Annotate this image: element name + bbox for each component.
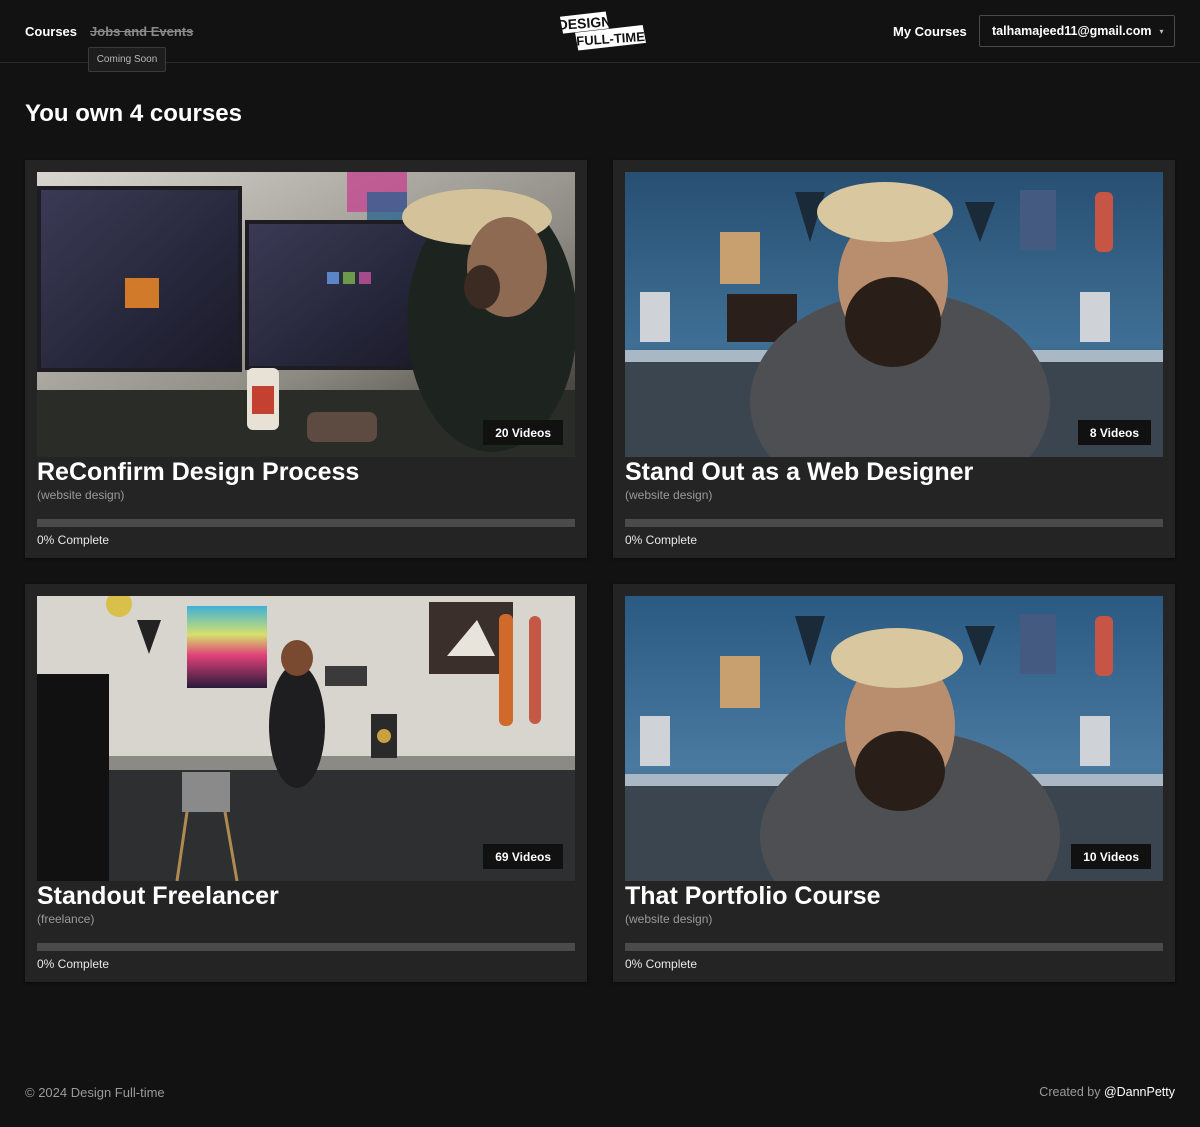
nav-courses-link[interactable]: Courses	[25, 24, 77, 39]
design-fulltime-logo[interactable]: DESIGN FULL-TIME	[553, 10, 647, 52]
coming-soon-tooltip: Coming Soon	[88, 47, 166, 72]
primary-nav: Courses Jobs and Events	[25, 24, 193, 39]
video-count-badge: 8 Videos	[1077, 420, 1151, 445]
course-card-portfolio[interactable]: 10 Videos That Portfolio Course (website…	[613, 584, 1175, 982]
course-title[interactable]: Standout Freelancer	[37, 882, 279, 911]
course-thumbnail[interactable]: 20 Videos	[37, 172, 575, 457]
progress-label: 0% Complete	[625, 533, 698, 547]
progress-bar	[625, 943, 1163, 951]
top-navigation-bar: Courses Jobs and Events Coming Soon DESI…	[0, 0, 1200, 72]
course-card-stand-out[interactable]: 8 Videos Stand Out as a Web Designer (we…	[613, 160, 1175, 558]
course-title[interactable]: That Portfolio Course	[625, 882, 881, 911]
course-thumbnail[interactable]: 69 Videos	[37, 596, 575, 881]
course-thumbnail-image	[625, 596, 1163, 881]
video-count-badge: 69 Videos	[483, 844, 563, 869]
course-thumbnail[interactable]: 8 Videos	[625, 172, 1163, 457]
progress-label: 0% Complete	[625, 957, 698, 971]
course-thumbnail-image	[625, 172, 1163, 457]
page-title: You own 4 courses	[25, 100, 242, 127]
course-title[interactable]: Stand Out as a Web Designer	[625, 458, 973, 487]
course-title[interactable]: ReConfirm Design Process	[37, 458, 359, 487]
footer-credit: Created by @DannPetty	[1039, 1085, 1175, 1099]
video-count-badge: 10 Videos	[1071, 844, 1151, 869]
account-dropdown[interactable]: talhamajeed11@gmail.com ▾	[979, 15, 1175, 47]
author-handle-link[interactable]: @DannPetty	[1104, 1085, 1175, 1099]
account-email: talhamajeed11@gmail.com	[992, 24, 1152, 38]
progress-label: 0% Complete	[37, 957, 110, 971]
footer-created-by: Created by	[1039, 1085, 1101, 1099]
course-category: (freelance)	[37, 912, 95, 926]
course-category: (website design)	[625, 912, 713, 926]
progress-bar	[37, 519, 575, 527]
course-thumbnail-image	[37, 596, 575, 881]
course-thumbnail[interactable]: 10 Videos	[625, 596, 1163, 881]
course-category: (website design)	[625, 488, 713, 502]
course-thumbnail-image	[37, 172, 575, 457]
video-count-badge: 20 Videos	[483, 420, 563, 445]
course-card-standout-freelancer[interactable]: 69 Videos Standout Freelancer (freelance…	[25, 584, 587, 982]
nav-jobs-events-link[interactable]: Jobs and Events	[90, 24, 193, 39]
course-card-reconfirm[interactable]: 20 Videos ReConfirm Design Process (webs…	[25, 160, 587, 558]
my-courses-link[interactable]: My Courses	[893, 24, 967, 39]
footer-copyright: © 2024 Design Full-time	[25, 1085, 165, 1100]
progress-bar	[37, 943, 575, 951]
progress-label: 0% Complete	[37, 533, 110, 547]
course-category: (website design)	[37, 488, 125, 502]
progress-bar	[625, 519, 1163, 527]
chevron-down-icon: ▾	[1159, 26, 1164, 36]
